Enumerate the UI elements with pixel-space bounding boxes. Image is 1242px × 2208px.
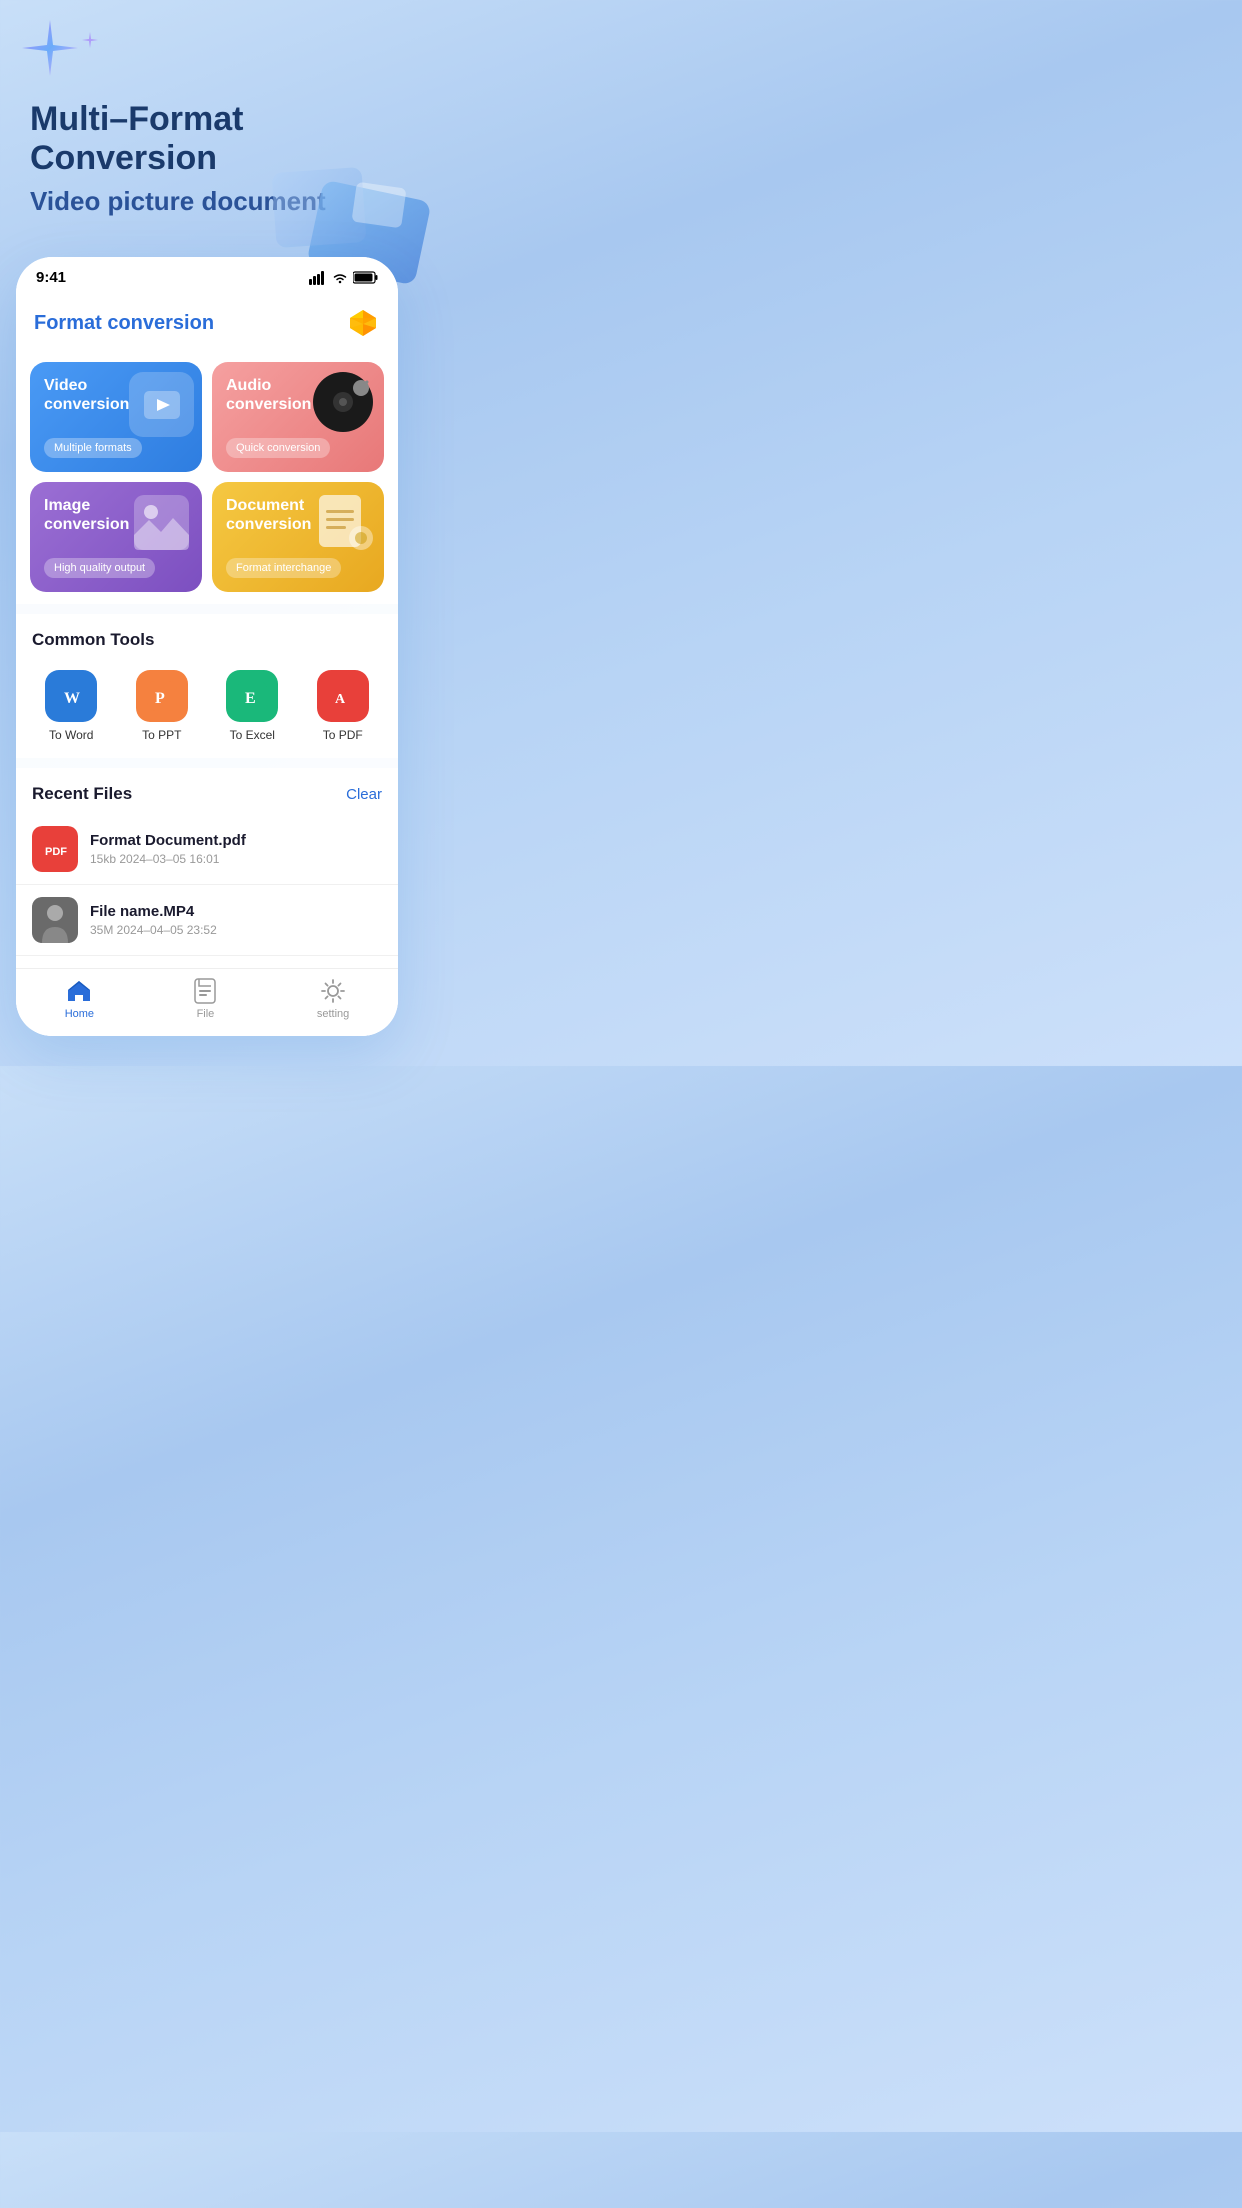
recent-files-header: Recent Files Clear (16, 768, 398, 814)
pdf-tool-label: To PDF (323, 728, 363, 742)
tools-row: W To Word P To PPT E To Excel (16, 660, 398, 758)
image-card-badge: High quality output (44, 558, 155, 578)
tool-pdf[interactable]: A To PDF (317, 670, 369, 742)
pdf-file-meta: 15kb 2024–03–05 16:01 (90, 852, 382, 866)
common-tools-title: Common Tools (32, 630, 154, 650)
settings-icon-svg (320, 978, 346, 1004)
excel-letter-icon: E (237, 681, 267, 711)
video-graphic-icon (144, 391, 180, 419)
audio-conversion-card[interactable]: Audioconversion Quick conversion (212, 362, 384, 472)
svg-text:E: E (245, 690, 256, 707)
phone-mockup: 9:41 Format conversion (16, 257, 398, 1036)
document-card-graphic (311, 490, 376, 555)
excel-tool-label: To Excel (230, 728, 275, 742)
status-time: 9:41 (36, 269, 66, 286)
image-conversion-card[interactable]: Imageconversion High quality output (30, 482, 202, 592)
image-card-graphic (129, 490, 194, 555)
settings-icon (319, 977, 347, 1005)
mp4-file-icon (32, 897, 78, 943)
audio-graphic-icon (311, 370, 376, 435)
bg-paper-1 (351, 182, 406, 229)
file-item-mp4[interactable]: File name.MP4 35M 2024–04–05 23:52 (16, 885, 398, 956)
home-nav-label: Home (65, 1008, 94, 1020)
file-icon-svg (193, 978, 217, 1004)
mp4-file-info: File name.MP4 35M 2024–04–05 23:52 (90, 903, 382, 937)
conversion-grid: Videoconversion Multiple formats Audioco… (16, 350, 398, 604)
bottom-spacer (0, 1036, 414, 1066)
home-icon-svg (66, 978, 92, 1004)
pdf-file-icon: PDF (32, 826, 78, 872)
tool-excel[interactable]: E To Excel (226, 670, 278, 742)
audio-card-graphic (311, 370, 376, 435)
pdf-file-info: Format Document.pdf 15kb 2024–03–05 16:0… (90, 832, 382, 866)
tool-word[interactable]: W To Word (45, 670, 97, 742)
header-title: Format conversion (34, 312, 214, 335)
clear-button[interactable]: Clear (346, 786, 382, 803)
tool-ppt[interactable]: P To PPT (136, 670, 188, 742)
word-tool-label: To Word (49, 728, 93, 742)
pdf-icon: A (317, 670, 369, 722)
common-tools-header: Common Tools (16, 614, 398, 660)
bottom-nav: Home File setting (16, 968, 398, 1036)
recent-files-title: Recent Files (32, 784, 132, 804)
document-card-badge: Format interchange (226, 558, 341, 578)
file-icon (191, 977, 219, 1005)
pdf-file-name: Format Document.pdf (90, 832, 382, 849)
video-conversion-card[interactable]: Videoconversion Multiple formats (30, 362, 202, 472)
mp4-thumbnail (32, 897, 78, 943)
file-item-pdf[interactable]: PDF Format Document.pdf 15kb 2024–03–05 … (16, 814, 398, 885)
mp4-thumb-svg (32, 897, 78, 943)
word-icon: W (45, 670, 97, 722)
pdf-icon-svg: PDF (41, 835, 69, 863)
mp4-file-meta: 35M 2024–04–05 23:52 (90, 923, 382, 937)
status-bar: 9:41 (16, 257, 398, 292)
video-card-badge: Multiple formats (44, 438, 142, 458)
svg-text:W: W (64, 690, 80, 707)
svg-text:A: A (335, 692, 346, 707)
video-card-graphic (129, 372, 194, 437)
svg-text:PDF: PDF (45, 846, 67, 858)
ppt-tool-label: To PPT (142, 728, 181, 742)
sketch-icon (346, 306, 380, 340)
battery-icon (353, 271, 378, 284)
setting-nav-label: setting (317, 1008, 349, 1020)
ppt-letter-icon: P (147, 681, 177, 711)
status-icons (309, 271, 378, 285)
document-graphic-icon (311, 490, 376, 555)
ppt-icon: P (136, 670, 188, 722)
wifi-icon (332, 272, 348, 284)
image-graphic-icon (129, 490, 194, 555)
nav-home[interactable]: Home (65, 977, 94, 1020)
nav-setting[interactable]: setting (317, 977, 349, 1020)
excel-icon: E (226, 670, 278, 722)
home-icon (65, 977, 93, 1005)
app-header: Format conversion (16, 292, 398, 350)
signal-icon (309, 271, 327, 285)
word-letter-icon: W (56, 681, 86, 711)
document-conversion-card[interactable]: Documentconversion Format interchange (212, 482, 384, 592)
hero-title: Multi–Format Conversion (30, 100, 394, 178)
svg-text:P: P (155, 690, 165, 707)
pdf-letter-icon: A (328, 681, 358, 711)
mp4-file-name: File name.MP4 (90, 903, 382, 920)
file-nav-label: File (197, 1008, 215, 1020)
audio-card-badge: Quick conversion (226, 438, 330, 458)
nav-file[interactable]: File (191, 977, 219, 1020)
bg-folder-2 (271, 167, 366, 248)
